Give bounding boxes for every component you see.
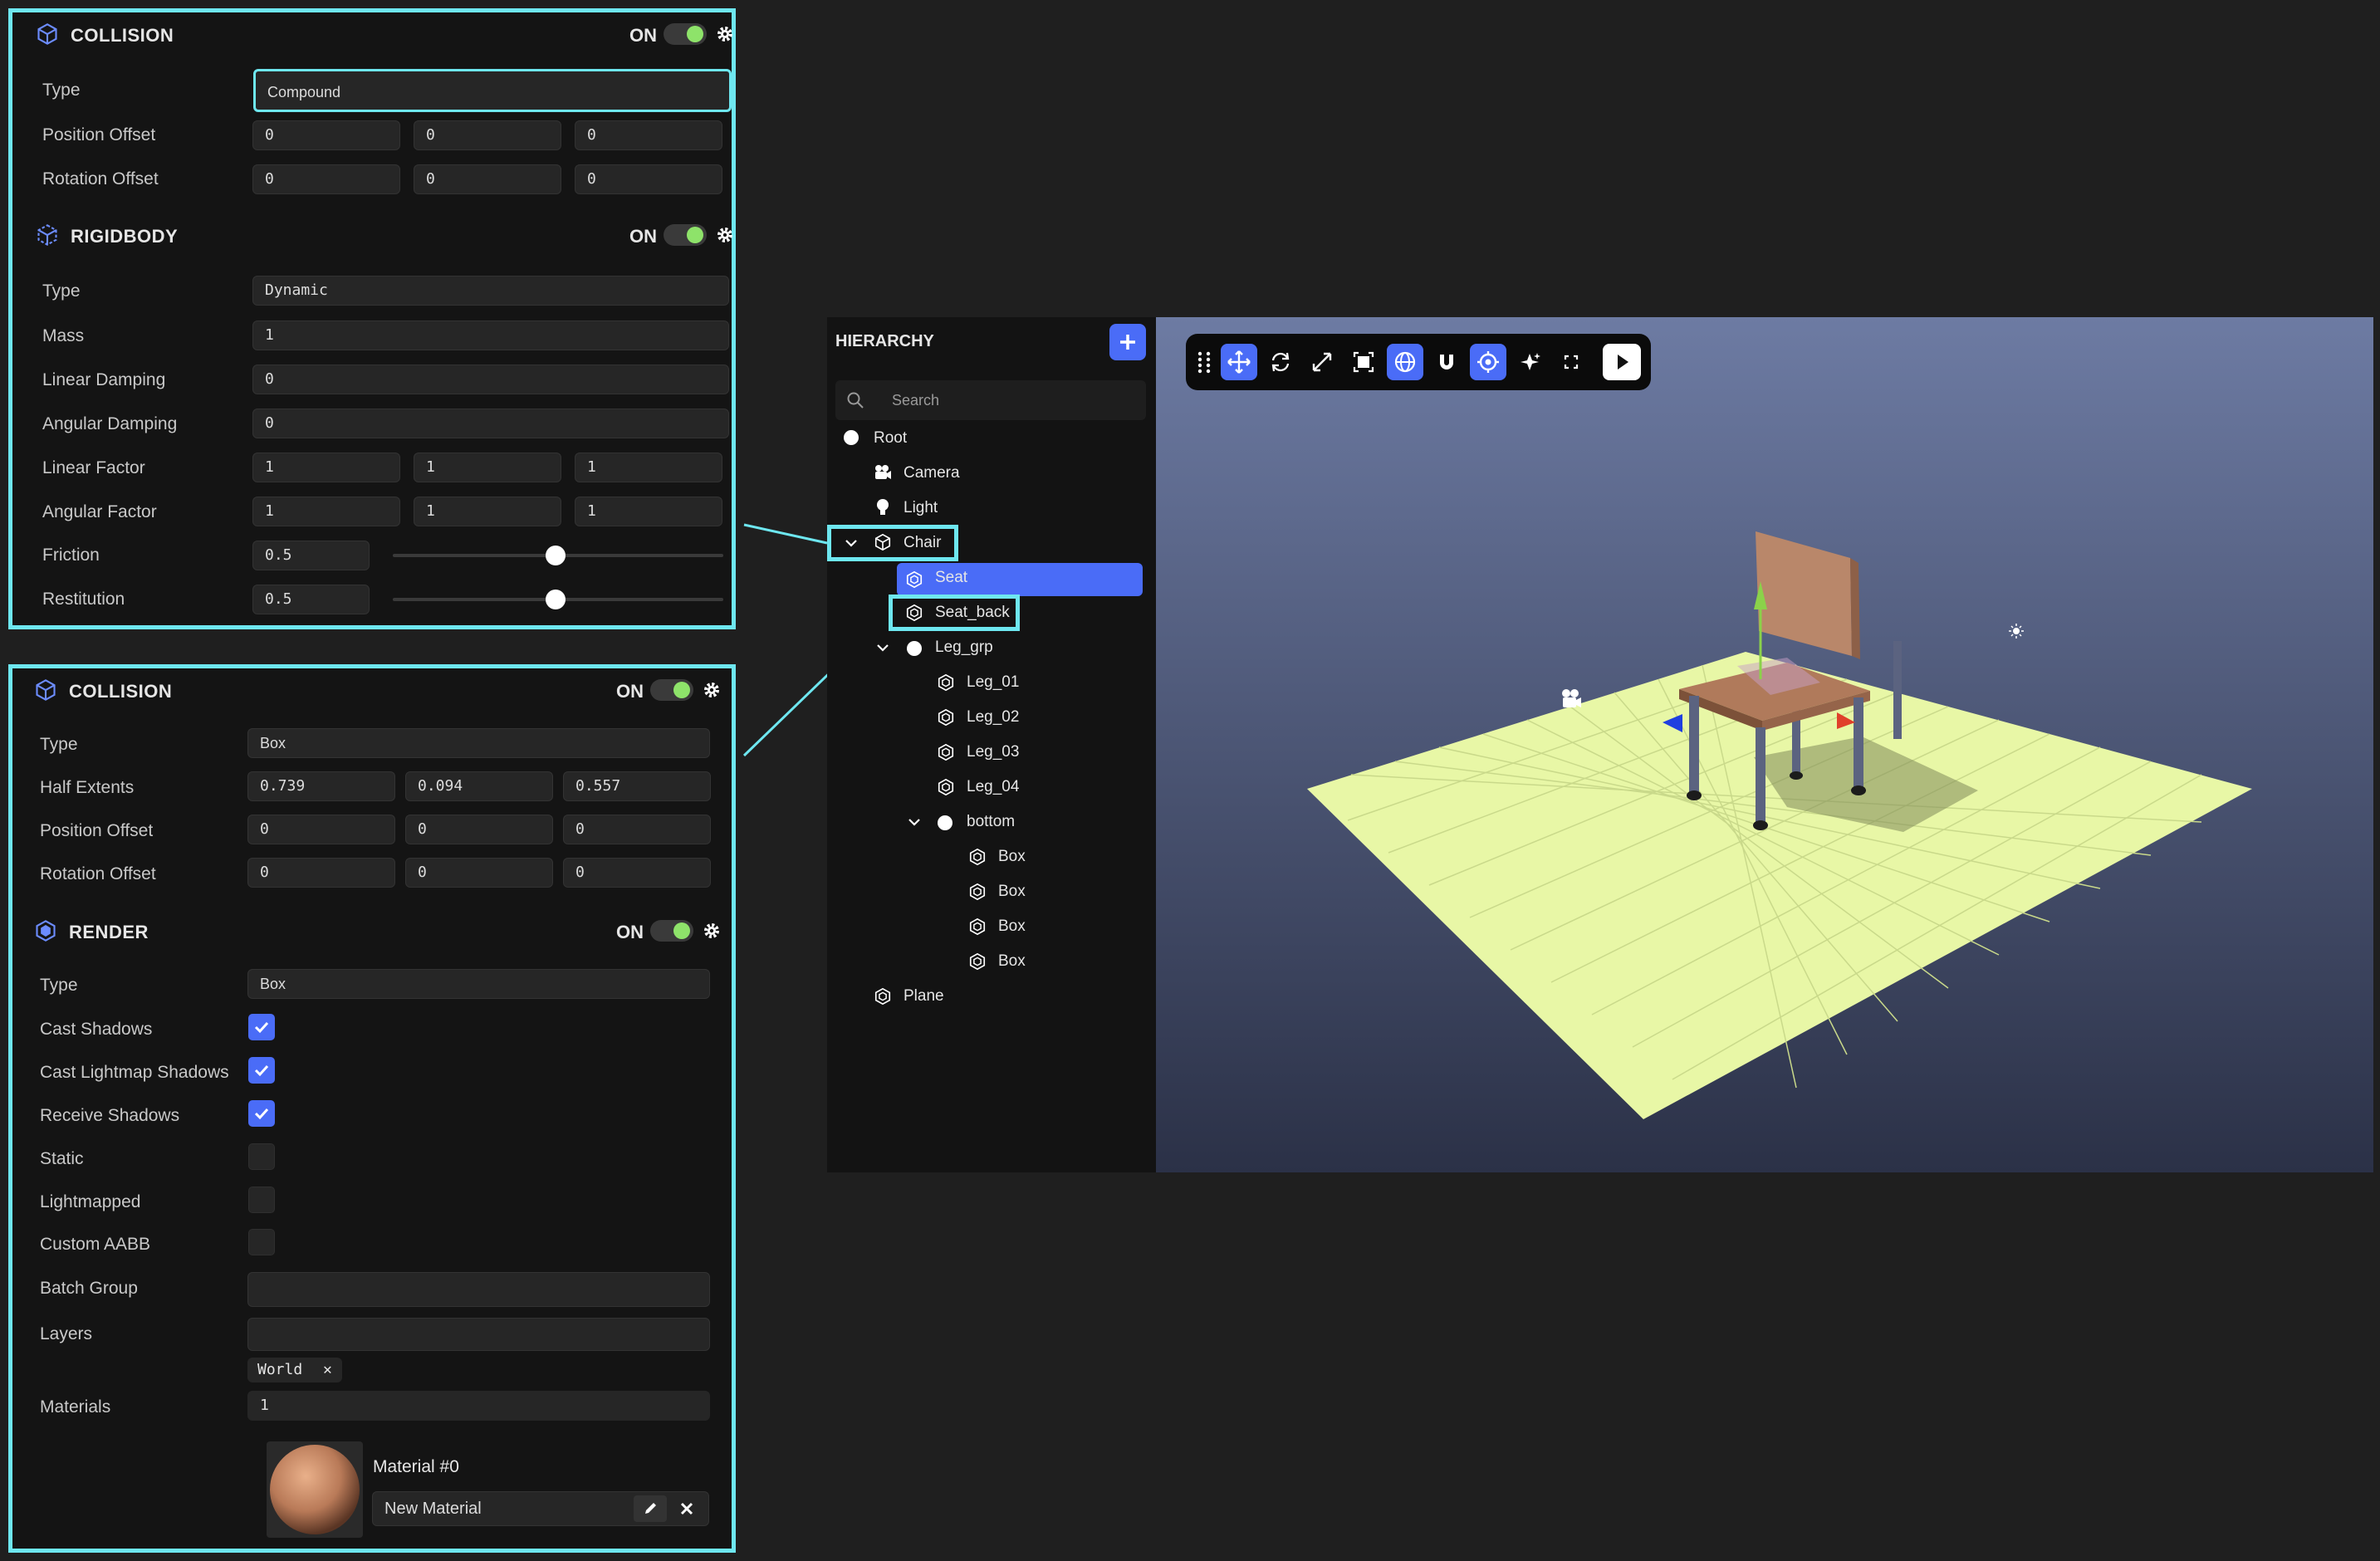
camera-icon: [875, 465, 891, 479]
sparkle-icon: [1521, 353, 1540, 370]
translate-tool-button[interactable]: [1221, 344, 1257, 380]
resize-element-button[interactable]: [1345, 344, 1382, 380]
mesh-icon: [969, 848, 986, 866]
chair-leg-back-right: [1893, 641, 1902, 739]
chair-leg-front-right: [1854, 697, 1863, 789]
search-icon: [847, 392, 864, 409]
drag-handle-icon[interactable]: [1192, 344, 1216, 380]
chevron-down-icon[interactable]: [844, 536, 859, 551]
frame-icon: [1353, 351, 1374, 373]
scale-tool-button[interactable]: [1304, 344, 1340, 380]
leg-foot: [1687, 790, 1702, 800]
tree-item-seat-selected[interactable]: [897, 563, 1143, 596]
tree-item-leg-04[interactable]: Leg_04: [967, 778, 1019, 796]
move-icon: [1227, 350, 1251, 374]
mesh-icon: [969, 883, 986, 901]
tree-item-bottom[interactable]: bottom: [967, 813, 1015, 831]
light-bulb-icon: [877, 499, 889, 515]
tree-item-root[interactable]: Root: [874, 429, 907, 448]
rotate-tool-button[interactable]: [1262, 344, 1299, 380]
viewport-toolbar: [1186, 334, 1651, 390]
rotate-icon: [1271, 352, 1290, 372]
mesh-icon: [969, 952, 986, 971]
tree-item-camera[interactable]: Camera: [904, 464, 960, 482]
hierarchy-panel: HIERARCHY Search Root Camera Light Chair…: [827, 317, 1156, 1172]
tree-item-box-1[interactable]: Box: [998, 848, 1026, 866]
mesh-icon: [906, 570, 923, 589]
globe-icon: [1394, 351, 1416, 373]
chevron-down-icon[interactable]: [907, 815, 922, 829]
chair-leg-front-left: [1689, 696, 1699, 794]
leg-foot: [1790, 771, 1803, 780]
tree-item-leg-01[interactable]: Leg_01: [967, 673, 1019, 692]
tree-item-light[interactable]: Light: [904, 499, 938, 517]
fullscreen-button[interactable]: [1553, 344, 1589, 380]
tree-item-box-2[interactable]: Box: [998, 883, 1026, 901]
magnet-icon: [1440, 355, 1453, 369]
tree-item-plane[interactable]: Plane: [904, 987, 944, 1006]
mesh-icon: [938, 708, 954, 727]
expand-icon: [1564, 355, 1579, 369]
scene-viewport[interactable]: [1156, 317, 2373, 1172]
hierarchy-search[interactable]: Search: [835, 380, 1146, 420]
entity-dot-icon: [938, 815, 952, 830]
leg-foot: [1851, 785, 1866, 795]
chevron-down-icon[interactable]: [875, 640, 890, 655]
entity-dot-icon: [844, 430, 859, 445]
tree-item-seat-back[interactable]: Seat_back: [935, 604, 1010, 622]
focus-button[interactable]: [1470, 344, 1506, 380]
snap-button[interactable]: [1428, 344, 1465, 380]
mesh-icon: [938, 673, 954, 692]
mesh-icon: [969, 918, 986, 936]
play-icon: [1618, 355, 1628, 369]
effects-button[interactable]: [1511, 344, 1548, 380]
crosshair-icon: [1477, 351, 1499, 373]
cube-outline-icon: [874, 533, 891, 551]
mesh-icon: [938, 778, 954, 796]
plus-icon: [1120, 335, 1135, 350]
connector-line-top: [743, 523, 828, 545]
mesh-icon: [938, 743, 954, 761]
tree-item-chair[interactable]: Chair: [904, 534, 941, 552]
tree-item-leg-02[interactable]: Leg_02: [967, 708, 1019, 727]
scene-render: [1156, 317, 2373, 1172]
play-button[interactable]: [1603, 344, 1641, 380]
resize-icon: [1312, 352, 1332, 372]
tree-item-leg-03[interactable]: Leg_03: [967, 743, 1019, 761]
tree-item-box-3[interactable]: Box: [998, 918, 1026, 936]
search-placeholder: Search: [892, 392, 940, 409]
entity-dot-icon: [907, 641, 922, 656]
world-space-button[interactable]: [1387, 344, 1423, 380]
tree-item-seat[interactable]: Seat: [935, 569, 967, 587]
leg-foot: [1753, 820, 1768, 830]
hierarchy-title: HIERARCHY: [835, 332, 934, 350]
chair-backrest-side: [1850, 558, 1860, 659]
mesh-icon: [874, 987, 891, 1006]
mesh-icon: [906, 604, 923, 622]
add-entity-button[interactable]: [1109, 324, 1146, 360]
chair-leg-front-mid: [1756, 727, 1765, 824]
tree-item-leg-grp[interactable]: Leg_grp: [935, 639, 993, 657]
tree-item-box-4[interactable]: Box: [998, 952, 1026, 971]
